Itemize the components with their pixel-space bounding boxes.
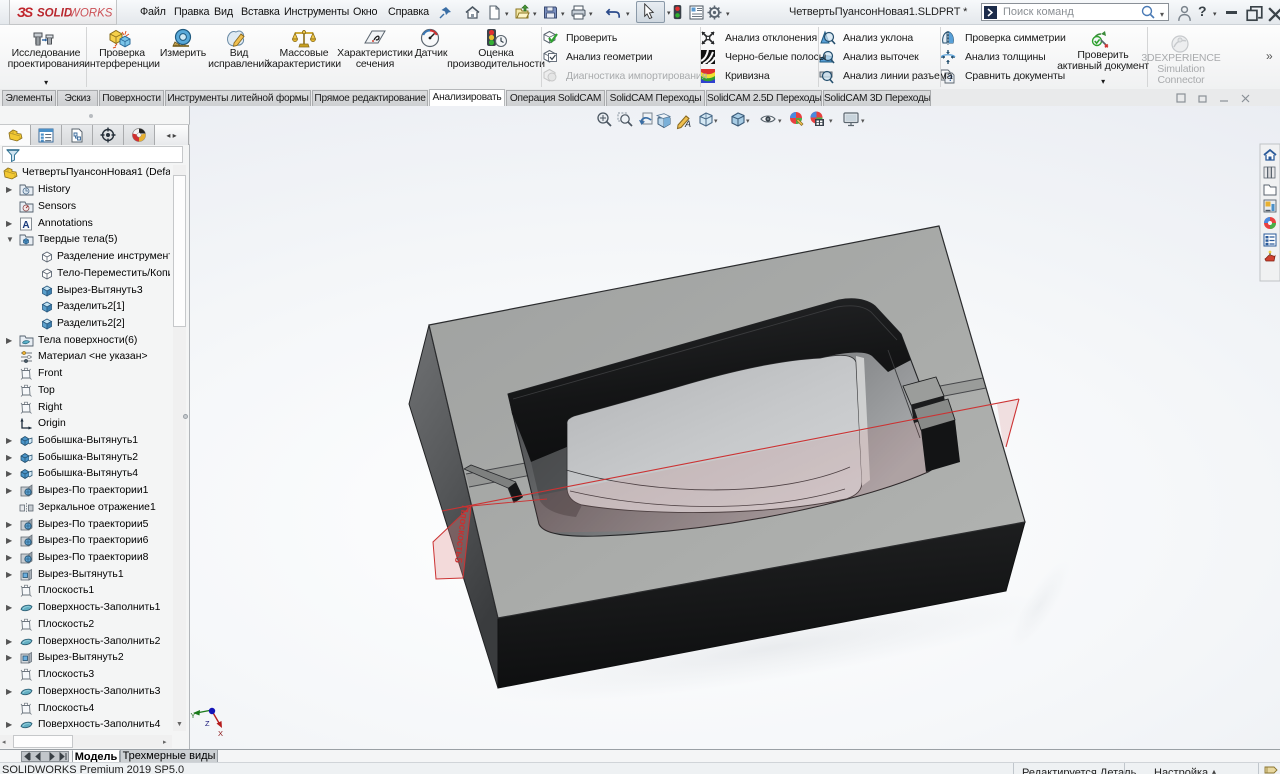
svg-text:X: X xyxy=(218,729,223,738)
svg-text:▾: ▾ xyxy=(746,118,750,125)
svg-text:▾: ▾ xyxy=(829,118,833,125)
svg-text:SOLID: SOLID xyxy=(37,8,72,20)
svg-text:▾: ▾ xyxy=(714,118,718,125)
svg-text:ЗS: ЗS xyxy=(17,5,33,20)
svg-text:WORKS: WORKS xyxy=(69,8,113,20)
svg-text:A: A xyxy=(22,220,29,231)
svg-text:▾: ▾ xyxy=(778,118,782,125)
svg-text:Z: Z xyxy=(205,719,210,728)
svg-text:A: A xyxy=(684,119,691,129)
svg-text:Y: Y xyxy=(191,711,196,720)
svg-text:▾: ▾ xyxy=(861,118,865,125)
